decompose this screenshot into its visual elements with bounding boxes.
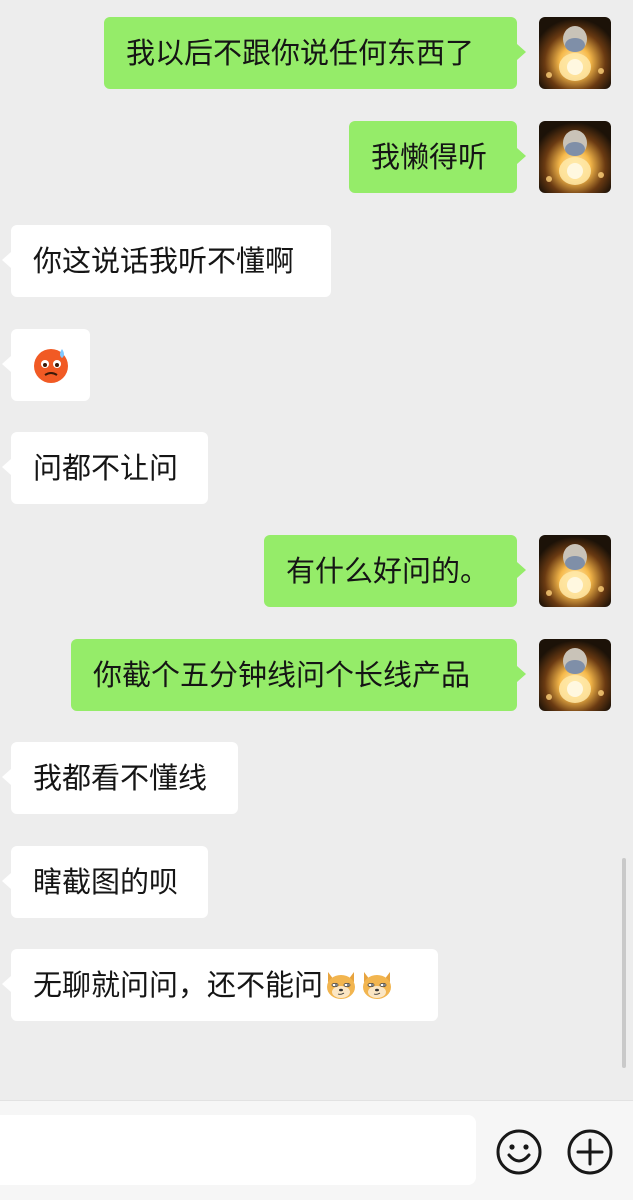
message-text: 无聊就问问，还不能问 xyxy=(33,968,324,1002)
plus-circle-icon xyxy=(567,1129,613,1175)
incoming-message-bubble[interactable]: 你这说话我听不懂啊 xyxy=(11,225,331,297)
incoming-message-bubble[interactable]: 无聊就问问，还不能问 xyxy=(11,949,438,1021)
bubble-tail xyxy=(517,44,526,60)
bubble-tail xyxy=(2,459,11,475)
outgoing-message-bubble[interactable]: 你截个五分钟线问个长线产品 xyxy=(71,639,517,711)
doge-emoji xyxy=(327,972,356,999)
my-avatar[interactable] xyxy=(539,639,611,711)
bubble-tail xyxy=(517,148,526,164)
incoming-message-bubble[interactable] xyxy=(11,329,90,401)
my-avatar[interactable] xyxy=(539,121,611,193)
doge-emoji xyxy=(363,972,392,999)
cold-sweat-face-emoji xyxy=(34,349,68,383)
message-input[interactable] xyxy=(0,1115,476,1185)
chat-message-list[interactable]: 我以后不跟你说任何东西了 我懒得听 你这说话我听不懂啊 问都不让问 有什么好问的… xyxy=(0,0,633,1100)
input-bar xyxy=(0,1100,633,1200)
outgoing-message-bubble[interactable]: 我以后不跟你说任何东西了 xyxy=(104,17,517,89)
smiley-face-icon xyxy=(496,1129,542,1175)
buddha-avatar-image xyxy=(539,121,611,193)
buddha-avatar-image xyxy=(539,535,611,607)
incoming-message-bubble[interactable]: 我都看不懂线 xyxy=(11,742,238,814)
more-button[interactable] xyxy=(565,1127,615,1177)
buddha-avatar-image xyxy=(539,639,611,711)
buddha-avatar-image xyxy=(539,17,611,89)
my-avatar[interactable] xyxy=(539,17,611,89)
my-avatar[interactable] xyxy=(539,535,611,607)
bubble-tail xyxy=(517,562,526,578)
emoji-button[interactable] xyxy=(494,1127,544,1177)
bubble-tail xyxy=(2,873,11,889)
bubble-tail xyxy=(2,769,11,785)
outgoing-message-bubble[interactable]: 我懒得听 xyxy=(349,121,517,193)
scrollbar[interactable] xyxy=(622,858,626,1068)
bubble-tail xyxy=(2,252,11,268)
incoming-message-bubble[interactable]: 瞎截图的呗 xyxy=(11,846,208,918)
bubble-tail xyxy=(2,976,11,992)
outgoing-message-bubble[interactable]: 有什么好问的。 xyxy=(264,535,517,607)
incoming-message-bubble[interactable]: 问都不让问 xyxy=(11,432,208,504)
bubble-tail xyxy=(517,666,526,682)
bubble-tail xyxy=(2,356,11,372)
